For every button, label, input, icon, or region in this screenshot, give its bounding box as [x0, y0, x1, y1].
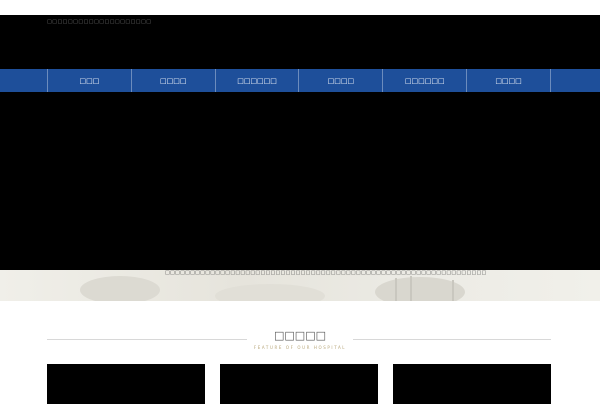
feature-card-3[interactable] — [393, 364, 551, 404]
nav-item-4[interactable]: □□□□ — [298, 69, 382, 92]
header-tagline: □□□□□□□□□□□□□□□□□□□□ — [47, 19, 152, 25]
nav-item-1[interactable]: □□□ — [47, 69, 131, 92]
hero-slider[interactable] — [0, 92, 600, 270]
nav-item-2[interactable]: □□□□ — [130, 69, 215, 92]
banner-caption: □□□□□□□□□□□□□□□□□□□□□□□□□□□□□□□□□□□□□□□□… — [165, 270, 487, 276]
top-strip — [0, 0, 600, 15]
features-section: □□□□□ FEATURE OF OUR HOSPITAL — [0, 301, 600, 404]
feature-card-1[interactable] — [47, 364, 205, 404]
section-title: □□□□□ — [274, 329, 326, 342]
site-header: □□□□□□□□□□□□□□□□□□□□ — [0, 15, 600, 69]
nav-item-6[interactable]: □□□□ — [466, 69, 551, 92]
feature-card-2[interactable] — [220, 364, 378, 404]
section-subtitle: FEATURE OF OUR HOSPITAL — [253, 345, 347, 350]
banner-strip: □□□□□□□□□□□□□□□□□□□□□□□□□□□□□□□□□□□□□□□□… — [0, 270, 600, 301]
nav-item-5[interactable]: □□□□□□ — [382, 69, 466, 92]
nav-item-3[interactable]: □□□□□□ — [214, 69, 299, 92]
main-nav: □□□ □□□□ □□□□□□ □□□□ □□□□□□ □□□□ — [0, 69, 600, 92]
nav-items: □□□ □□□□ □□□□□□ □□□□ □□□□□□ □□□□ — [47, 69, 551, 92]
